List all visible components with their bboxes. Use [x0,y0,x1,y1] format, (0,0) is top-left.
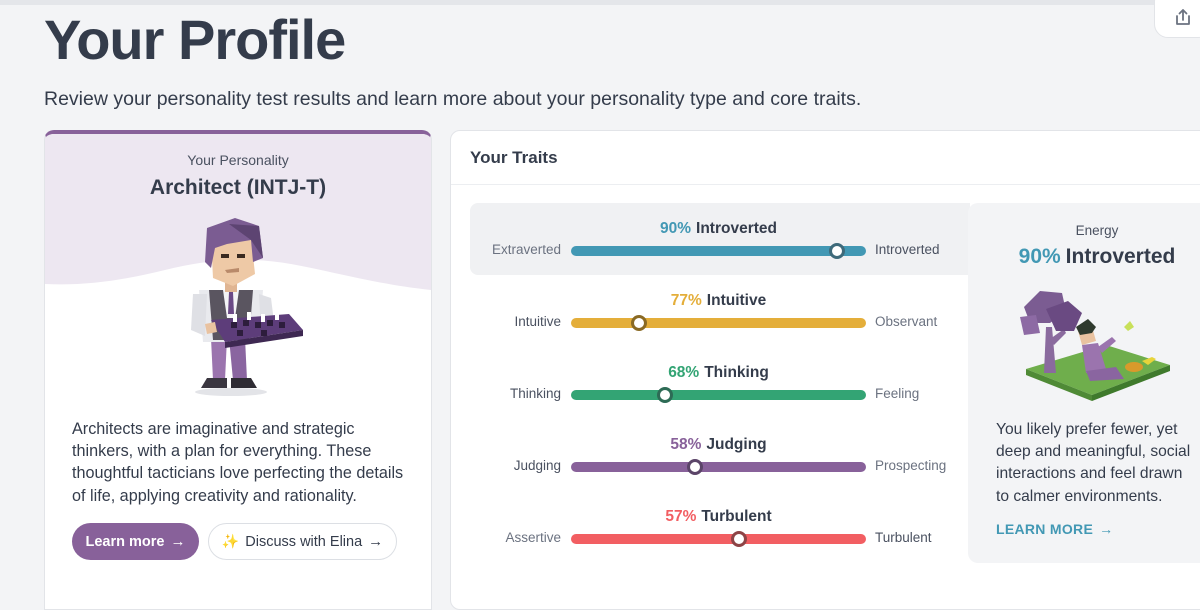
trait-percent: 77% [670,292,702,309]
share-icon [1176,9,1190,25]
trait-right-label: Prospecting [875,458,947,473]
energy-learn-more-link[interactable]: LEARN MORE → [996,521,1113,537]
learn-more-button[interactable]: Learn more → [72,523,199,560]
trait-heading: 77% Intuitive [571,292,866,310]
trait-bar-knob [686,459,703,475]
personality-card: Your Personality Architect (INTJ-T) Arch… [44,130,432,610]
trait-heading: 57% Turbulent [571,508,866,526]
trait-name: Turbulent [701,508,772,525]
trait-left-label: Judging [513,458,561,473]
trait-heading: 68% Thinking [571,364,866,382]
introvert-illustration [1020,291,1170,401]
trait-name: Judging [706,436,767,453]
trait-heading: 58% Judging [571,436,866,454]
share-button[interactable] [1154,0,1200,38]
discuss-label: Discuss with Elina [245,533,363,550]
personality-type: Architect (INTJ-T) [149,176,327,199]
trait-bar-knob [731,531,748,547]
page-title: Your Profile [44,8,346,71]
trait-bar [571,243,866,259]
trait-bar-knob [828,243,845,259]
traits-card: Your Traits 90% Introverted Extraverted Int… [450,130,1200,610]
trait-bar-knob [630,315,647,331]
trait-percent: 90% [660,220,692,237]
trait-name: Introverted [696,220,777,237]
learn-more-label: Learn more [85,533,165,550]
arrow-right-icon: → [368,533,384,550]
trait-name: Thinking [704,364,769,381]
trait-right-label: Feeling [875,386,920,401]
trait-bar [571,531,866,547]
trait-bar-knob [657,387,674,403]
arrow-right-icon: → [170,533,186,550]
trait-left-label: Thinking [509,386,561,401]
personality-label: Your Personality [187,152,289,168]
trait-left-label: Extraverted [491,242,561,257]
energy-pct: 90% [1018,245,1061,268]
energy-trait: Introverted [1065,245,1176,268]
top-divider [0,0,1200,5]
trait-bar [571,459,866,475]
trait-right-label: Turbulent [875,530,932,545]
trait-percent: 57% [665,508,697,525]
traits-title: Your Traits [470,148,558,167]
personality-description: Architects are imaginative and strategic… [72,420,404,505]
sparkles-icon: ✨ [221,533,240,549]
energy-link-label: LEARN MORE [996,521,1094,537]
page-subtitle: Review your personality test results and… [44,88,862,110]
trait-right-label: Introverted [875,242,940,257]
arrow-right-icon: → [1099,521,1114,537]
energy-panel: Energy 90% Introverted You likely prefer… [968,203,1200,563]
discuss-with-elina-button[interactable]: ✨ Discuss with Elina → [208,523,397,560]
energy-label: Energy [1075,223,1119,238]
energy-value: 90% Introverted [968,245,1200,269]
trait-left-label: Assertive [505,530,561,545]
trait-bar [571,315,866,331]
trait-right-label: Observant [875,314,938,329]
trait-percent: 68% [668,364,700,381]
trait-bar [571,387,866,403]
trait-heading: 90% Introverted [571,220,866,238]
traits-header: Your Traits [451,131,1200,185]
trait-percent: 58% [670,436,702,453]
trait-left-label: Intuitive [514,314,561,329]
energy-description: You likely prefer fewer, yet deep and me… [996,421,1191,505]
trait-name: Intuitive [706,292,767,309]
architect-illustration [191,218,303,396]
